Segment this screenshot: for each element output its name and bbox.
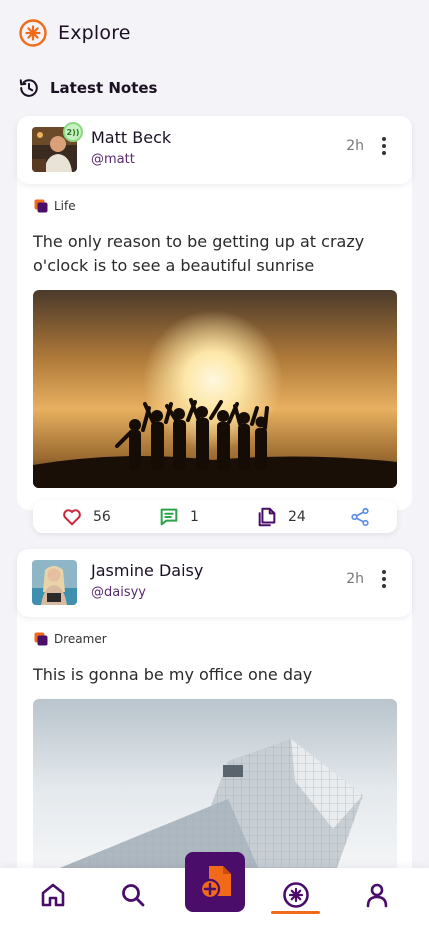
category-tag[interactable]: Dreamer bbox=[34, 632, 107, 646]
share-icon bbox=[351, 507, 369, 527]
page-title: Explore bbox=[58, 22, 131, 44]
more-options-icon[interactable] bbox=[374, 134, 394, 158]
heart-icon bbox=[63, 508, 81, 525]
new-note-button[interactable] bbox=[185, 852, 245, 912]
category-icon bbox=[34, 199, 48, 213]
post-time: 2h bbox=[346, 571, 364, 587]
nav-home[interactable] bbox=[38, 880, 68, 910]
post-text: This is gonna be my office one day bbox=[33, 665, 313, 684]
history-icon bbox=[19, 79, 38, 97]
category-label: Dreamer bbox=[54, 632, 107, 646]
author-name[interactable]: Jasmine Daisy bbox=[91, 561, 203, 580]
post-text: The only reason to be getting up at craz… bbox=[33, 232, 365, 275]
note-actions-bar: 56 1 24 bbox=[33, 500, 397, 533]
active-tab-indicator bbox=[271, 911, 320, 914]
new-note-icon bbox=[199, 866, 231, 900]
status-badge: 2)) bbox=[63, 122, 83, 142]
search-icon bbox=[122, 884, 145, 907]
profile-icon bbox=[366, 883, 388, 908]
copy-icon bbox=[258, 507, 276, 526]
post-image[interactable] bbox=[33, 290, 397, 488]
post-time: 2h bbox=[346, 138, 364, 154]
note-header: Jasmine Daisy @daisyy 2h bbox=[17, 549, 412, 617]
category-label: Life bbox=[54, 199, 76, 213]
comment-button[interactable]: 1 bbox=[158, 500, 199, 533]
section-title: Latest Notes bbox=[50, 79, 158, 97]
category-icon bbox=[34, 632, 48, 646]
comment-count: 1 bbox=[190, 508, 199, 525]
copy-button[interactable]: 24 bbox=[256, 500, 306, 533]
avatar[interactable] bbox=[32, 560, 77, 605]
note-card[interactable]: 2)) Matt Beck @matt 2h Life The only rea… bbox=[17, 116, 412, 510]
nav-search[interactable] bbox=[118, 880, 148, 910]
explore-icon bbox=[283, 882, 309, 908]
note-header: 2)) Matt Beck @matt 2h bbox=[17, 116, 412, 184]
share-button[interactable] bbox=[349, 506, 371, 528]
copy-count: 24 bbox=[288, 508, 306, 525]
like-button[interactable]: 56 bbox=[61, 500, 111, 533]
nav-explore[interactable] bbox=[281, 880, 311, 910]
note-card[interactable]: Jasmine Daisy @daisyy 2h Dreamer This is… bbox=[17, 549, 412, 879]
author-handle[interactable]: @daisyy bbox=[91, 585, 146, 600]
nav-profile[interactable] bbox=[362, 880, 392, 910]
explore-icon bbox=[19, 19, 47, 47]
section-heading: Latest Notes bbox=[18, 76, 157, 100]
comment-icon bbox=[160, 508, 178, 525]
like-count: 56 bbox=[93, 508, 111, 525]
more-options-icon[interactable] bbox=[374, 567, 394, 591]
top-bar: Explore bbox=[0, 0, 429, 66]
category-tag[interactable]: Life bbox=[34, 199, 76, 213]
author-name[interactable]: Matt Beck bbox=[91, 128, 171, 147]
home-icon bbox=[41, 883, 65, 907]
author-handle[interactable]: @matt bbox=[91, 152, 135, 167]
